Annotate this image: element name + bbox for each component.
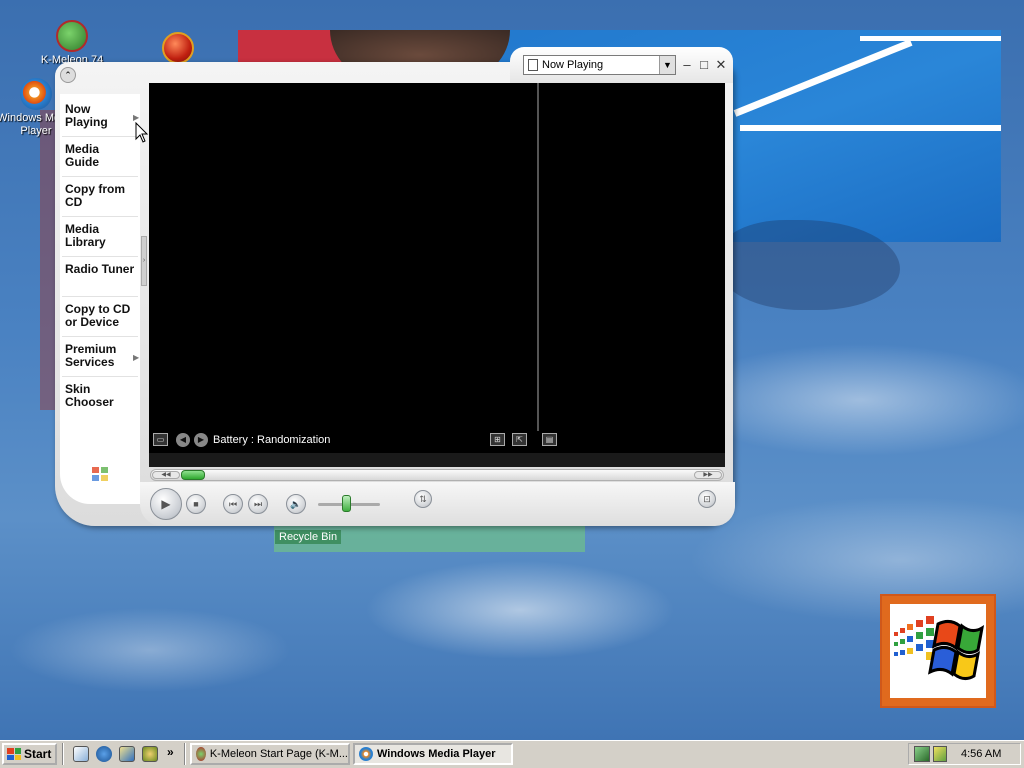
k-meleon-icon — [56, 20, 88, 52]
start-button[interactable]: Start — [2, 743, 57, 765]
network-icon[interactable] — [914, 746, 930, 762]
show-desktop-icon[interactable] — [73, 746, 89, 762]
taskbar-splitter[interactable]: › — [141, 236, 147, 286]
recycle-bin-label[interactable]: Recycle Bin — [275, 530, 342, 544]
tray-app-icon[interactable] — [933, 746, 947, 762]
system-tray: 4:56 AM — [908, 743, 1021, 765]
task-label: K-Meleon Start Page (K-M... — [209, 748, 348, 760]
start-label: Start — [24, 747, 52, 761]
minimize-button[interactable]: – — [680, 58, 694, 72]
playlist-toggle-icon[interactable]: ▤ — [542, 433, 557, 446]
chevron-right-icon: ▶ — [133, 353, 140, 362]
next-track-button[interactable]: ⏭ — [248, 494, 268, 514]
clock[interactable]: 4:56 AM — [961, 748, 1001, 760]
windows-logo-tile — [880, 594, 996, 708]
seek-thumb[interactable] — [181, 470, 205, 480]
playlist-icon — [528, 59, 538, 71]
seek-bar[interactable] — [150, 469, 724, 481]
previous-track-button[interactable]: ⏮ — [223, 494, 243, 514]
skin-mode-button[interactable]: ⊡ — [698, 490, 716, 508]
taskbar-button-k-meleon[interactable]: K-Meleon Start Page (K-M... — [190, 743, 350, 765]
full-screen-icon[interactable]: ⇱ — [512, 433, 527, 446]
mouse-cursor-icon — [135, 122, 149, 143]
chevron-down-icon[interactable]: ▼ — [659, 56, 675, 74]
menu-item-skin-chooser[interactable]: Skin Chooser — [65, 383, 135, 409]
windows-logo-icon — [7, 748, 21, 760]
internet-explorer-icon[interactable] — [96, 746, 112, 762]
equalizer-button[interactable]: ⇅ — [414, 490, 432, 508]
menu-item-copy-to-cd[interactable]: Copy to CD or Device — [65, 303, 135, 329]
toggle-visualization-icon[interactable]: ▭ — [153, 433, 168, 446]
play-button[interactable]: ▶ — [150, 488, 182, 520]
close-button[interactable]: ✕ — [714, 58, 728, 72]
playlist-divider[interactable] — [537, 83, 539, 431]
desktop-icon-k-meleon[interactable]: K-Meleon 74 — [32, 20, 112, 67]
video-display[interactable] — [149, 83, 725, 453]
quick-launch-more[interactable]: » — [167, 745, 174, 759]
chevron-right-icon: ▶ — [133, 113, 140, 122]
hide-taskbar-button[interactable]: ⌃ — [60, 67, 76, 83]
dropdown-value: Now Playing — [542, 59, 604, 71]
volume-thumb[interactable] — [342, 495, 351, 512]
windows-media-player-icon — [359, 747, 373, 761]
mute-button[interactable]: 🔈 — [286, 494, 306, 514]
menu-item-now-playing[interactable]: Now Playing — [65, 103, 135, 129]
windows-flag-icon — [894, 616, 985, 681]
menu-item-radio-tuner[interactable]: Radio Tuner — [65, 263, 135, 276]
menu-item-media-library[interactable]: Media Library — [65, 223, 135, 249]
task-label: Windows Media Player — [377, 748, 496, 760]
menu-item-premium-services[interactable]: Premium Services — [65, 343, 135, 369]
shuffle-icon[interactable]: ⊞ — [490, 433, 505, 446]
red-circle-app-icon — [162, 32, 194, 64]
rewind-button[interactable]: ◀◀ — [152, 471, 180, 479]
fast-forward-button[interactable]: ▶▶ — [694, 471, 722, 479]
previous-visualization-button[interactable]: ◀ — [176, 433, 190, 447]
desktop-icon-red-app[interactable] — [138, 32, 218, 66]
k-meleon-icon — [196, 747, 206, 761]
stop-button[interactable]: ■ — [186, 494, 206, 514]
menu-item-media-guide[interactable]: Media Guide — [65, 143, 135, 169]
next-visualization-button[interactable]: ▶ — [194, 433, 208, 447]
windows-media-player-icon — [20, 78, 52, 110]
visualization-name: Battery : Randomization — [213, 434, 331, 446]
outlook-express-icon[interactable] — [119, 746, 135, 762]
taskbar-button-windows-media-player[interactable]: Windows Media Player — [353, 743, 513, 765]
windows-logo-icon — [90, 465, 110, 483]
menu-item-copy-from-cd[interactable]: Copy from CD — [65, 183, 135, 209]
search-icon[interactable] — [142, 746, 158, 762]
maximize-button[interactable]: □ — [697, 58, 711, 72]
now-playing-dropdown[interactable]: Now Playing ▼ — [523, 55, 676, 75]
